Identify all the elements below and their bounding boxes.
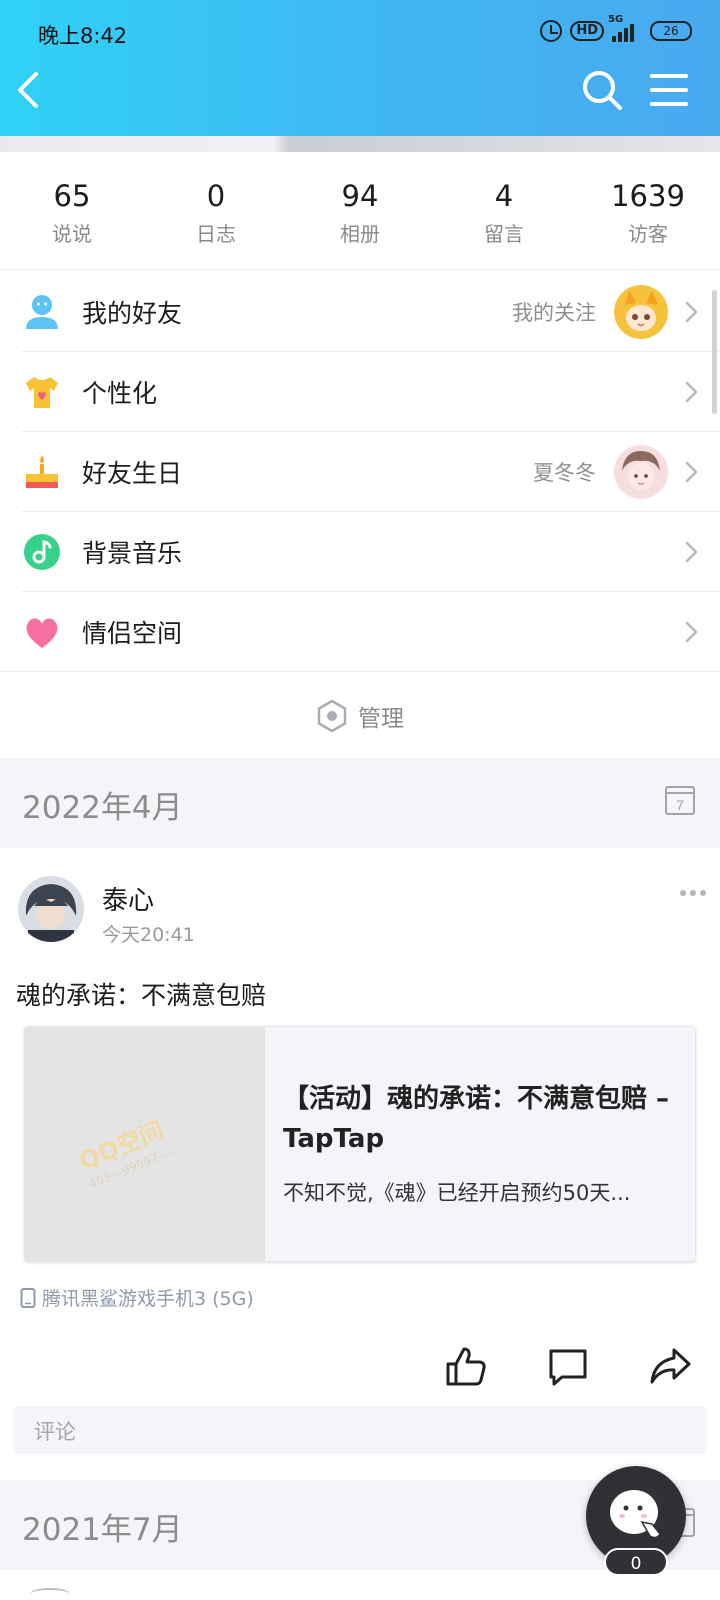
person-icon bbox=[22, 292, 62, 332]
comment-input[interactable]: 评论 bbox=[14, 1406, 706, 1454]
device-label: 腾讯黑鲨游戏手机3 (5G) bbox=[42, 1288, 254, 1310]
stat-count: 0 bbox=[206, 179, 226, 213]
phone-icon bbox=[20, 1287, 36, 1308]
calendar-day: 7 bbox=[676, 797, 684, 813]
more-options-button[interactable] bbox=[680, 890, 710, 904]
scrollbar[interactable] bbox=[712, 290, 717, 414]
menu-item-music[interactable]: 背景音乐 bbox=[0, 512, 720, 592]
dot-icon bbox=[680, 890, 686, 896]
dot-icon bbox=[690, 890, 696, 896]
stat-label: 访客 bbox=[628, 222, 668, 246]
search-button[interactable] bbox=[580, 68, 624, 112]
stat-count: 1639 bbox=[611, 179, 685, 213]
avatar bbox=[614, 285, 668, 339]
stat-label: 相册 bbox=[340, 222, 380, 246]
menu-item-label: 我的好友 bbox=[82, 299, 183, 328]
battery-icon: 26 bbox=[650, 21, 692, 41]
date-section-header: 2022年4月 7 bbox=[0, 758, 720, 848]
chevron-right-icon bbox=[685, 621, 698, 643]
menu-item-personalize[interactable]: 个性化 bbox=[0, 352, 720, 432]
stat-label: 说说 bbox=[52, 222, 92, 246]
share-button[interactable] bbox=[648, 1344, 692, 1388]
menu-item-hint: 夏冬冬 bbox=[533, 461, 596, 485]
stat-count: 65 bbox=[53, 179, 91, 213]
stat-label: 日志 bbox=[196, 222, 236, 246]
chevron-left-icon bbox=[18, 72, 38, 108]
thumbs-up-icon bbox=[446, 1347, 486, 1386]
signal-icon: 5G bbox=[608, 14, 634, 42]
like-button[interactable] bbox=[444, 1344, 488, 1388]
chevron-right-icon bbox=[685, 381, 698, 403]
search-icon bbox=[583, 71, 622, 110]
network-label: 5G bbox=[608, 14, 624, 25]
chevron-right-icon bbox=[685, 301, 698, 323]
calendar-icon[interactable]: 7 bbox=[664, 784, 696, 816]
post-author[interactable]: 泰心 bbox=[102, 880, 154, 917]
menu-button[interactable] bbox=[648, 70, 690, 110]
stats-row: 65 说说 0 日志 94 相册 4 留言 1639 访客 bbox=[0, 152, 720, 270]
post-actions bbox=[0, 1336, 720, 1400]
back-button[interactable] bbox=[10, 66, 50, 114]
stat-shuoshuo[interactable]: 65 说说 bbox=[0, 152, 144, 269]
dot-icon bbox=[700, 890, 706, 896]
alarm-icon bbox=[540, 20, 563, 42]
comment-icon bbox=[549, 1349, 587, 1386]
menu-item-label: 好友生日 bbox=[82, 459, 183, 488]
manage-label: 管理 bbox=[358, 706, 404, 732]
stat-albums[interactable]: 94 相册 bbox=[288, 152, 432, 269]
menu-item-couple-space[interactable]: 情侣空间 bbox=[0, 592, 720, 672]
stat-count: 94 bbox=[341, 179, 379, 213]
manage-button[interactable]: 管理 bbox=[0, 674, 720, 758]
top-bar: 晚上8:42 HD 5G 26 bbox=[0, 0, 720, 152]
hexagon-icon bbox=[317, 699, 347, 733]
status-icons: HD 5G 26 bbox=[540, 14, 692, 42]
link-description: 不知不觉,《魂》已经开启预约50天... bbox=[283, 1181, 631, 1205]
comment-placeholder: 评论 bbox=[34, 1420, 76, 1444]
feature-menu: 我的好友 我的关注 个性化 好友生日 夏冬冬 背景音乐 情侣空间 bbox=[0, 272, 720, 672]
comment-button[interactable] bbox=[546, 1344, 590, 1388]
menu-item-label: 背景音乐 bbox=[82, 539, 183, 568]
post-time: 今天20:41 bbox=[102, 924, 195, 946]
cake-icon bbox=[22, 452, 62, 492]
menu-item-friends[interactable]: 我的好友 我的关注 bbox=[0, 272, 720, 352]
cover-image[interactable] bbox=[0, 136, 720, 152]
menu-item-label: 情侣空间 bbox=[82, 619, 183, 648]
stat-label: 留言 bbox=[484, 222, 524, 246]
chevron-right-icon bbox=[685, 461, 698, 483]
link-title: 【活动】魂的承诺：不满意包赔 – TapTap bbox=[283, 1084, 670, 1154]
notification-count: 0 bbox=[604, 1548, 668, 1576]
status-time: 晚上8:42 bbox=[38, 24, 128, 48]
date-label: 2022年4月 bbox=[22, 790, 183, 826]
tshirt-icon bbox=[22, 372, 62, 412]
stat-messages[interactable]: 4 留言 bbox=[432, 152, 576, 269]
share-icon bbox=[650, 1348, 691, 1384]
menu-item-hint: 我的关注 bbox=[512, 301, 596, 325]
avatar bbox=[614, 445, 668, 499]
menu-item-label: 个性化 bbox=[82, 379, 158, 408]
hamburger-icon bbox=[650, 74, 688, 106]
heart-icon bbox=[22, 612, 62, 652]
watermark: QQ空间 403---99997---- bbox=[73, 1110, 177, 1191]
stat-blog[interactable]: 0 日志 bbox=[144, 152, 288, 269]
avatar[interactable] bbox=[18, 876, 84, 942]
chevron-right-icon bbox=[685, 541, 698, 563]
menu-item-birthdays[interactable]: 好友生日 夏冬冬 bbox=[0, 432, 720, 512]
stat-count: 4 bbox=[494, 179, 514, 213]
feed-post: 泰心 今天20:41 魂的承诺：不满意包赔 QQ空间 403---99997--… bbox=[0, 848, 720, 1478]
shared-link-card[interactable]: QQ空间 403---99997---- 【活动】魂的承诺：不满意包赔 – Ta… bbox=[24, 1026, 696, 1262]
device-tag: 腾讯黑鲨游戏手机3 (5G) bbox=[20, 1284, 254, 1311]
post-text: 魂的承诺：不满意包赔 bbox=[16, 981, 267, 1010]
date-label: 2021年7月 bbox=[22, 1512, 183, 1548]
link-thumbnail: QQ空间 403---99997---- bbox=[25, 1027, 265, 1261]
hd-badge: HD bbox=[570, 21, 604, 41]
stat-visitors[interactable]: 1639 访客 bbox=[576, 152, 720, 269]
music-note-icon bbox=[22, 532, 62, 572]
next-post-avatar bbox=[30, 1588, 70, 1600]
